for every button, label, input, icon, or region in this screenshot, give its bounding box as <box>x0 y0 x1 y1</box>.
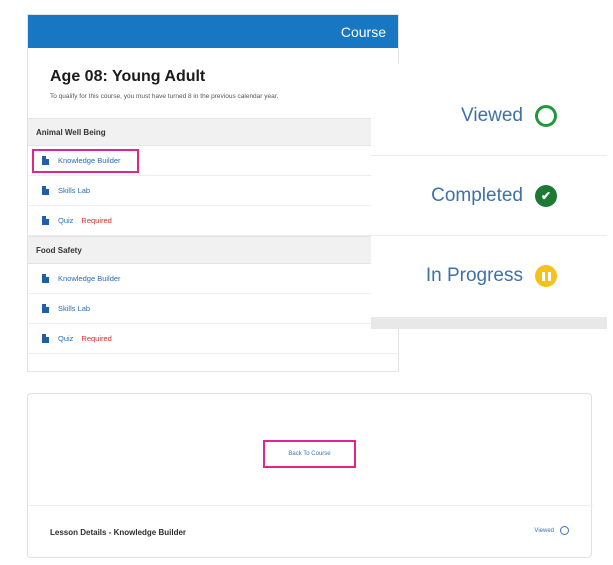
lesson-skills-lab[interactable]: Skills Lab <box>28 294 398 324</box>
lesson-label[interactable]: Skills Lab <box>58 304 90 313</box>
document-icon <box>42 304 49 313</box>
document-icon <box>42 216 49 225</box>
lesson-details-panel: Back To Course Lesson Details - Knowledg… <box>27 393 593 558</box>
course-description: To qualify for this course, you must hav… <box>50 93 279 100</box>
status-in-progress-row: In Progress <box>371 236 607 316</box>
circle-outline-icon <box>535 104 557 127</box>
lesson-details-title: Lesson Details - Knowledge Builder <box>50 527 187 537</box>
course-panel: Course Age 08: Young Adult To qualify fo… <box>27 14 399 372</box>
status-viewed-row: Viewed <box>371 76 607 156</box>
status-completed-row: Completed ✔ <box>371 156 607 236</box>
highlight-box <box>32 149 139 173</box>
circle-outline-icon <box>560 526 569 535</box>
lesson-quiz[interactable]: Quiz Required <box>28 324 398 354</box>
check-circle-icon: ✔ <box>535 184 557 207</box>
section-header-animal-well-being[interactable]: Animal Well Being <box>28 118 398 146</box>
document-icon <box>42 334 49 343</box>
lesson-label[interactable]: Quiz <box>58 216 73 225</box>
divider <box>371 317 607 329</box>
document-icon <box>42 274 49 283</box>
lesson-quiz[interactable]: Quiz Required <box>28 206 398 236</box>
required-badge: Required <box>81 334 112 343</box>
lesson-status: Viewed <box>534 526 569 535</box>
course-header: Course <box>28 15 398 48</box>
status-legend-panel: Viewed Completed ✔ In Progress <box>371 64 607 329</box>
section-title: Food Safety <box>36 245 82 255</box>
course-title: Age 08: Young Adult <box>50 68 206 85</box>
status-in-progress-label: In Progress <box>425 265 523 286</box>
lesson-label[interactable]: Quiz <box>58 334 73 343</box>
section-header-food-safety[interactable]: Food Safety <box>28 236 398 264</box>
back-to-course-highlight: Back To Course <box>263 440 356 468</box>
lesson-skills-lab[interactable]: Skills Lab <box>28 176 398 206</box>
pause-circle-icon <box>535 265 557 287</box>
lesson-label[interactable]: Skills Lab <box>58 186 90 195</box>
lesson-status-label: Viewed <box>534 527 554 534</box>
required-badge: Required <box>81 216 112 225</box>
status-completed-label: Completed <box>431 184 523 206</box>
screenshot-root: Course Age 08: Young Adult To qualify fo… <box>0 0 613 565</box>
course-header-title: Course <box>340 23 386 40</box>
section-title: Animal Well Being <box>36 127 106 137</box>
lesson-knowledge-builder[interactable]: Knowledge Builder <box>28 264 398 294</box>
lesson-knowledge-builder[interactable]: Knowledge Builder <box>28 146 398 176</box>
lesson-label[interactable]: Knowledge Builder <box>58 274 121 283</box>
lesson-details-row: Lesson Details - Knowledge Builder Viewe… <box>28 505 593 558</box>
back-to-course-link[interactable]: Back To Course <box>288 451 330 457</box>
status-viewed-label: Viewed <box>461 104 523 126</box>
document-icon <box>42 186 49 195</box>
